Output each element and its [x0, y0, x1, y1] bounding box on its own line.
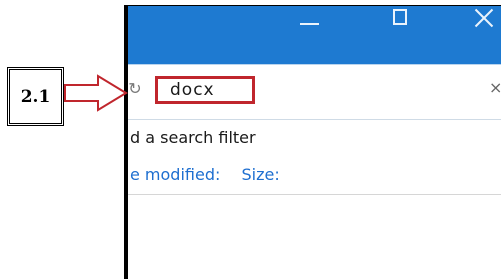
- clear-search-icon[interactable]: ×: [489, 77, 501, 99]
- search-bar: ↻ ×: [128, 64, 501, 120]
- callout-arrow-icon: [64, 74, 128, 112]
- callout-label: 2.1: [20, 86, 51, 107]
- title-bar: [128, 6, 501, 64]
- date-modified-filter[interactable]: e modified:: [130, 165, 220, 184]
- maximize-button[interactable]: [378, 6, 422, 34]
- search-input[interactable]: [158, 79, 252, 101]
- screenshot-stage: ↻ × d a search filter e modified: Size: …: [0, 0, 501, 279]
- search-filter-hint: d a search filter: [130, 128, 256, 147]
- filter-divider: [128, 194, 501, 195]
- explorer-window: ↻ × d a search filter e modified: Size:: [124, 5, 501, 279]
- minimize-button[interactable]: [288, 6, 332, 34]
- callout-box: 2.1: [7, 67, 64, 126]
- close-window-button[interactable]: [461, 6, 501, 34]
- search-box-highlight: [155, 76, 255, 104]
- search-filters: e modified: Size:: [130, 165, 280, 184]
- size-filter[interactable]: Size:: [241, 165, 279, 184]
